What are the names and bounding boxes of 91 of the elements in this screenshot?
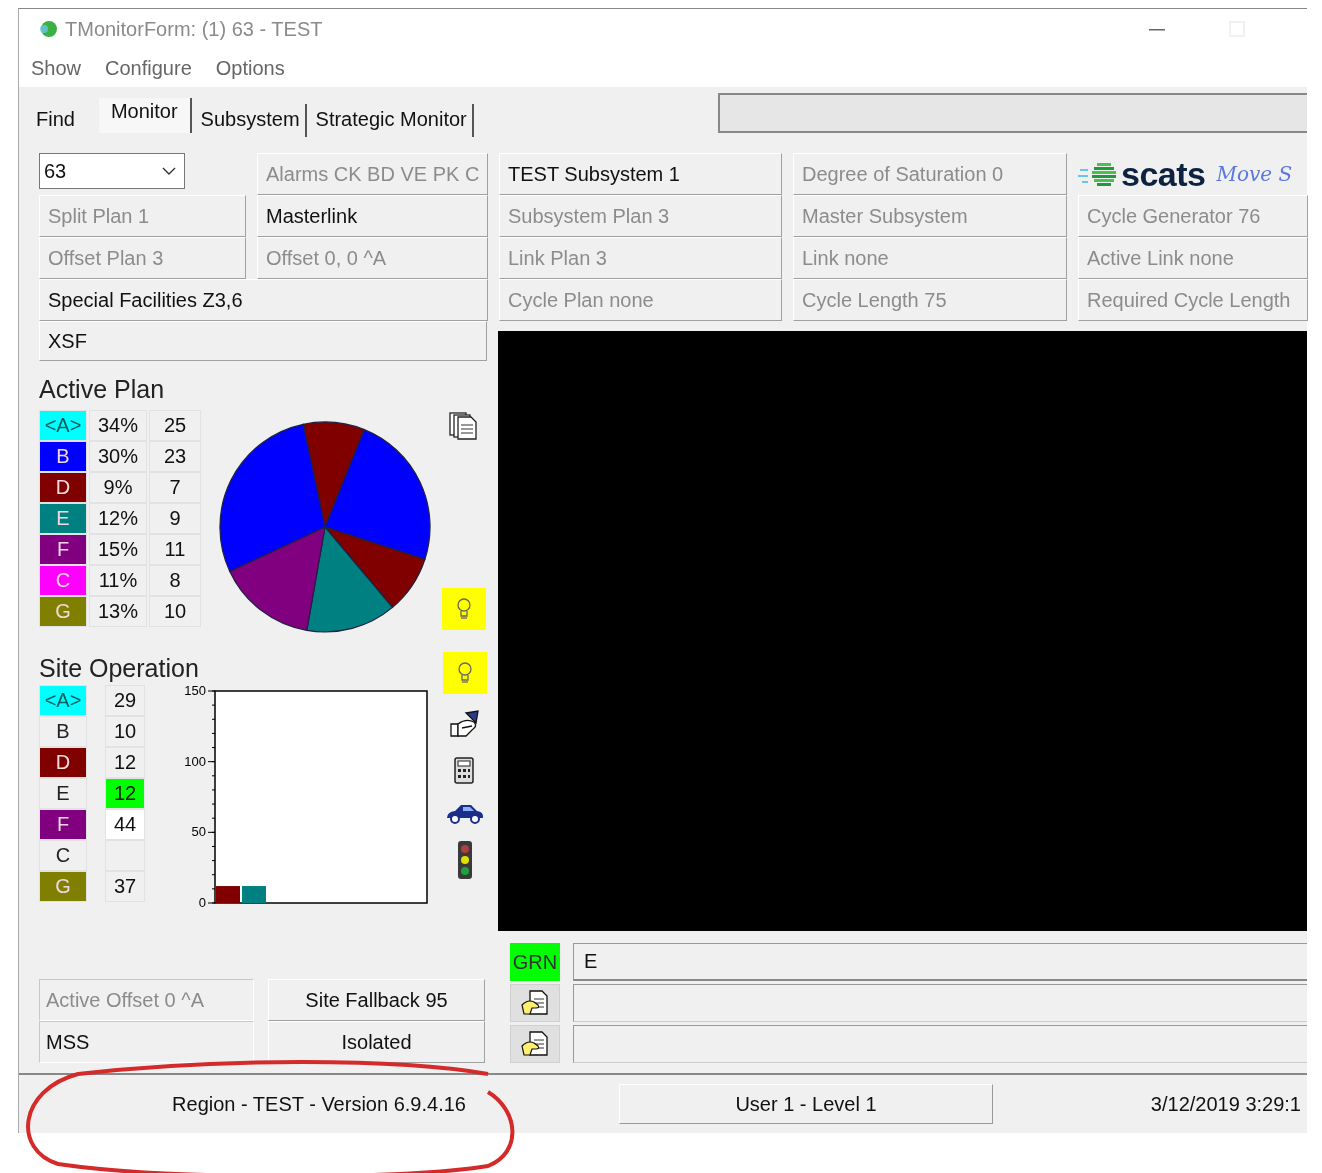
app-icon xyxy=(37,18,59,40)
stage-label: B xyxy=(39,441,87,472)
info-label: Offset Plan 3 xyxy=(39,237,246,279)
table-cell: 9% xyxy=(89,472,147,503)
hand-icon[interactable] xyxy=(448,710,482,740)
table-cell: 34% xyxy=(89,410,147,441)
table-cell: 10 xyxy=(149,596,201,627)
menu-item[interactable]: Configure xyxy=(105,56,192,80)
table-cell: 9 xyxy=(149,503,201,534)
phase-indicator: GRN xyxy=(510,943,560,981)
table-cell: 23 xyxy=(149,441,201,472)
info-label: Alarms CK BD VE PK C xyxy=(257,153,488,195)
tab[interactable]: Monitor xyxy=(98,98,192,133)
info-label: Master Subsystem xyxy=(793,195,1067,237)
stage-label: D xyxy=(39,747,87,778)
stage-label: F xyxy=(39,809,87,840)
axis-tick-label: 150 xyxy=(184,685,206,698)
table-cell: 13% xyxy=(89,596,147,627)
stage-label: C xyxy=(39,840,87,871)
tab[interactable]: Strategic Monitor xyxy=(310,104,474,137)
info-label: TEST Subsystem 1 xyxy=(499,153,782,195)
section-heading: Active Plan xyxy=(39,374,166,405)
car-icon[interactable] xyxy=(445,802,485,824)
info-label: Cycle Generator 76 xyxy=(1078,195,1308,237)
lightbulb-icon[interactable] xyxy=(442,588,486,630)
axis-tick-label: 0 xyxy=(198,895,206,910)
section-heading: Site Operation xyxy=(39,653,200,684)
info-label: Degree of Saturation 0 xyxy=(793,153,1067,195)
table-cell: 8 xyxy=(149,565,201,596)
info-label: Link Plan 3 xyxy=(499,237,782,279)
info-label: Active Offset 0 ^A xyxy=(39,979,254,1021)
table-cell: 37 xyxy=(105,871,145,902)
table-cell: 12 xyxy=(105,778,145,809)
info-label: XSF xyxy=(39,321,487,361)
info-label: Masterlink xyxy=(257,195,488,237)
stage-label: <A> xyxy=(39,410,87,441)
table-cell: 12% xyxy=(89,503,147,534)
table-cell: 44 xyxy=(105,809,145,840)
action-button[interactable] xyxy=(510,1025,560,1063)
stage-label: E xyxy=(39,503,87,534)
info-label: Required Cycle Length xyxy=(1078,279,1308,321)
stage-label: G xyxy=(39,596,87,627)
action-button[interactable] xyxy=(510,984,560,1022)
info-label: Link none xyxy=(793,237,1067,279)
hand-document-icon xyxy=(520,1030,550,1058)
logo-tagline: Move S xyxy=(1216,162,1293,186)
status-text: User 1 - Level 1 xyxy=(619,1084,993,1124)
table-cell: 11 xyxy=(149,534,201,565)
stage-label: B xyxy=(39,716,87,747)
text-field[interactable] xyxy=(717,93,1307,133)
info-label: Split Plan 1 xyxy=(39,195,246,237)
stage-label: F xyxy=(39,534,87,565)
info-label: Cycle Plan none xyxy=(499,279,782,321)
stage-label: <A> xyxy=(39,685,87,716)
tab[interactable]: Subsystem xyxy=(195,104,307,137)
site-dropdown[interactable]: 63 xyxy=(39,153,185,189)
info-label: Offset 0, 0 ^A xyxy=(257,237,488,279)
logo-text: scats xyxy=(1121,154,1206,194)
info-label: Active Link none xyxy=(1078,237,1308,279)
status-button[interactable]: Site Fallback 95 xyxy=(268,979,485,1021)
table-cell: 29 xyxy=(105,685,145,716)
status-text: 3/12/2019 3:29:1 xyxy=(1150,1092,1302,1116)
table-cell: 15% xyxy=(89,534,147,565)
table-cell: 30% xyxy=(89,441,147,472)
info-label: MSS xyxy=(39,1021,254,1063)
table-cell xyxy=(105,840,145,871)
menu-item[interactable]: Show xyxy=(31,56,82,80)
table-cell: 12 xyxy=(105,747,145,778)
traffic-light-icon[interactable] xyxy=(455,840,475,880)
window-title: TMonitorForm: (1) 63 - TEST xyxy=(65,17,323,41)
documents-icon[interactable] xyxy=(448,410,480,440)
lightbulb-icon[interactable] xyxy=(443,652,487,694)
table-cell: 11% xyxy=(89,565,147,596)
axis-tick-label: 50 xyxy=(191,824,206,840)
stage-label: C xyxy=(39,565,87,596)
tab[interactable]: Find xyxy=(31,104,95,137)
menu-item[interactable]: Options xyxy=(215,56,285,80)
table-cell: 25 xyxy=(149,410,201,441)
stage-label: E xyxy=(39,778,87,809)
chevron-icon xyxy=(162,166,176,176)
status-text: Region - TEST - Version 6.9.4.16 xyxy=(171,1092,467,1116)
table-cell: 10 xyxy=(105,716,145,747)
stage-label: D xyxy=(39,472,87,503)
stage-label: G xyxy=(39,871,87,902)
table-cell: 7 xyxy=(149,472,201,503)
status-button[interactable]: Isolated xyxy=(268,1021,485,1063)
info-label: Special Facilities Z3,6 xyxy=(39,279,488,321)
info-label: Cycle Length 75 xyxy=(793,279,1067,321)
hand-document-icon xyxy=(520,989,550,1017)
axis-tick-label: 100 xyxy=(184,753,206,769)
info-label: Subsystem Plan 3 xyxy=(499,195,782,237)
